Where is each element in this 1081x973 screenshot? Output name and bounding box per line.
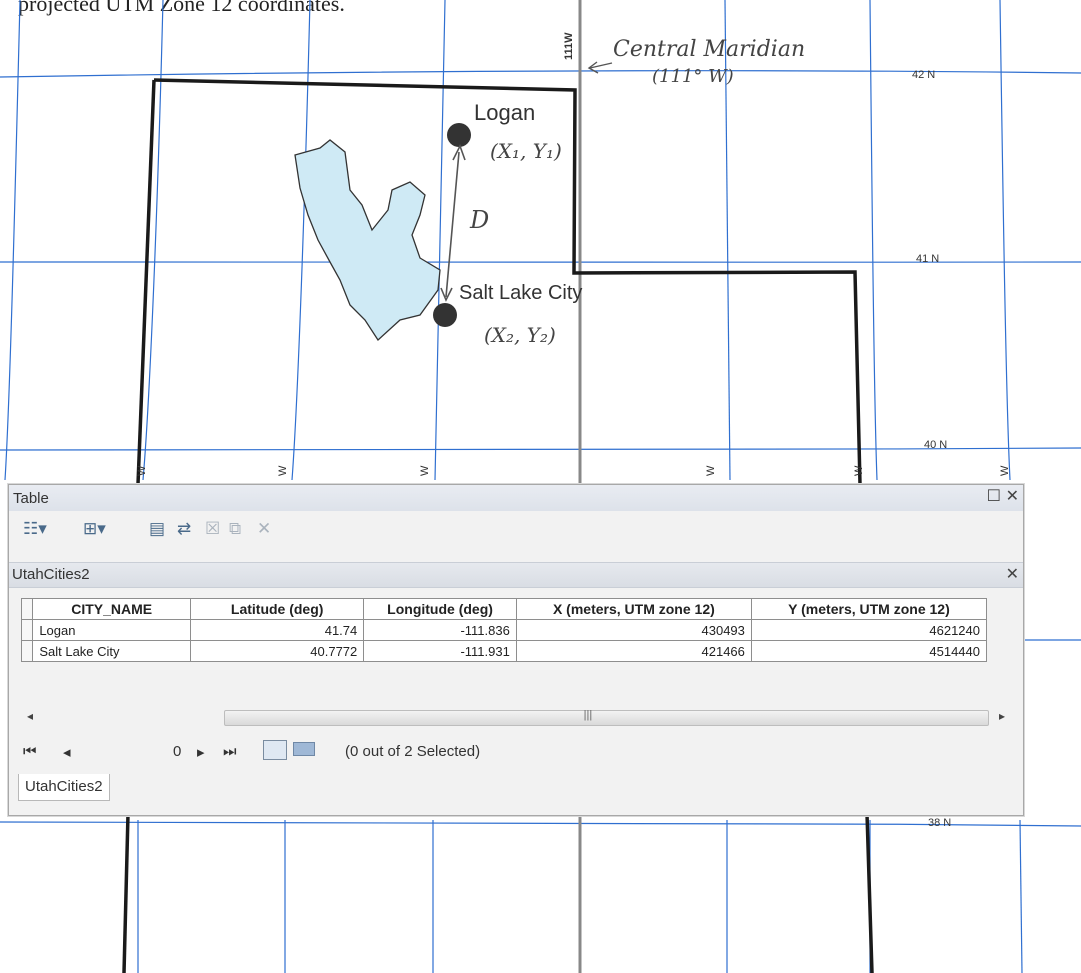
table-window[interactable]: Table ☐ ✕ ☷▾ ⊞▾ ▤ ⇄ ☒ ⧉ ✕ UtahCities2 ✕ …: [8, 484, 1024, 816]
related-tables-icon[interactable]: ⊞▾: [83, 519, 106, 539]
record-number[interactable]: 0: [173, 743, 181, 760]
bottom-table-tab[interactable]: UtahCities2: [18, 774, 110, 801]
close-icon[interactable]: ✕: [1006, 489, 1019, 505]
previous-record-icon[interactable]: ◂: [63, 743, 71, 761]
svg-text:W: W: [136, 465, 148, 476]
attribute-table: CITY_NAME Latitude (deg) Longitude (deg)…: [20, 598, 988, 662]
col-y[interactable]: Y (meters, UTM zone 12): [750, 598, 988, 620]
logan-label: Logan: [474, 100, 535, 125]
record-navigation: ⏮ ◂ 0 ▸ ⏭ (0 out of 2 Selected): [23, 739, 1023, 765]
scroll-right-icon[interactable]: ▸: [999, 709, 1005, 723]
scroll-left-icon[interactable]: ◂: [27, 709, 33, 723]
cell-x[interactable]: 430493: [515, 619, 752, 641]
cell-lat[interactable]: 40.7772: [190, 640, 365, 662]
cell-city[interactable]: Logan: [32, 619, 192, 641]
next-record-icon[interactable]: ▸: [197, 743, 205, 761]
table-options-icon[interactable]: ☷▾: [23, 519, 47, 539]
scroll-thumb[interactable]: |||: [224, 709, 989, 726]
slc-point[interactable]: [433, 303, 457, 327]
table-toolbar: ☷▾ ⊞▾ ▤ ⇄ ☒ ⧉ ✕: [9, 513, 1023, 543]
table-row[interactable]: Salt Lake City 40.7772 -111.931 421466 4…: [20, 640, 988, 662]
distance-annotation: D: [469, 206, 489, 234]
slc-label: Salt Lake City: [459, 282, 582, 304]
svg-text:W: W: [277, 465, 289, 476]
table-row[interactable]: Logan 41.74 -111.836 430493 4621240: [20, 619, 988, 641]
horizontal-scrollbar[interactable]: ◂ ||| ▸: [19, 709, 1009, 726]
show-all-records-icon[interactable]: [263, 740, 287, 760]
table-header-row: CITY_NAME Latitude (deg) Longitude (deg)…: [20, 598, 988, 620]
svg-text:W: W: [999, 465, 1011, 476]
select-by-attributes-icon[interactable]: ▤: [149, 519, 165, 539]
table-tab-header[interactable]: UtahCities2 ✕: [9, 562, 1023, 588]
great-salt-lake: [294, 139, 441, 341]
col-latitude[interactable]: Latitude (deg): [190, 598, 365, 620]
svg-text:W: W: [705, 465, 717, 476]
show-selected-records-icon[interactable]: [293, 742, 315, 756]
table-window-title: Table: [13, 490, 49, 507]
switch-selection-icon[interactable]: ⇄: [177, 519, 191, 539]
cell-lon[interactable]: -111.836: [363, 619, 517, 641]
maximize-icon[interactable]: ☐: [987, 489, 1001, 505]
cell-y[interactable]: 4514440: [750, 640, 988, 662]
table-window-titlebar[interactable]: Table ☐ ✕: [9, 485, 1023, 511]
row-selector[interactable]: [20, 619, 34, 641]
zoom-to-selected-icon[interactable]: ⧉: [229, 519, 241, 539]
lat-label-42: 42 N: [912, 69, 935, 81]
lat-label-40: 40 N: [924, 439, 947, 451]
logan-coords-annotation: (X₁, Y₁): [490, 139, 562, 163]
svg-text:W: W: [853, 465, 865, 476]
meridian-111w-label: 111W: [563, 32, 575, 60]
lat-label-41: 41 N: [916, 253, 939, 265]
selection-status: (0 out of 2 Selected): [345, 743, 481, 760]
close-tab-icon[interactable]: ✕: [1006, 567, 1019, 583]
cell-city[interactable]: Salt Lake City: [32, 640, 192, 662]
cell-lon[interactable]: -111.931: [363, 640, 517, 662]
clear-selection-icon[interactable]: ☒: [205, 519, 220, 539]
last-record-icon[interactable]: ⏭: [223, 743, 237, 760]
cell-lat[interactable]: 41.74: [190, 619, 365, 641]
central-meridian-annotation: Central Maridian: [613, 37, 805, 62]
slc-coords-annotation: (X₂, Y₂): [484, 323, 556, 347]
west-tick-labels: W W W W W W: [136, 465, 1011, 476]
row-selector[interactable]: [20, 640, 34, 662]
logan-point[interactable]: [447, 123, 471, 147]
cell-x[interactable]: 421466: [515, 640, 752, 662]
row-selector-header[interactable]: [20, 598, 34, 620]
central-meridian-degrees: (111° W): [652, 66, 734, 87]
delete-selected-icon[interactable]: ✕: [257, 519, 271, 539]
table-tab-name: UtahCities2: [12, 566, 90, 583]
lat-label-38: 38 N: [928, 817, 951, 829]
first-record-icon[interactable]: ⏮: [23, 743, 37, 760]
col-longitude[interactable]: Longitude (deg): [363, 598, 517, 620]
col-city-name[interactable]: CITY_NAME: [32, 598, 192, 620]
col-x[interactable]: X (meters, UTM zone 12): [515, 598, 752, 620]
cell-y[interactable]: 4621240: [750, 619, 988, 641]
svg-text:W: W: [419, 465, 431, 476]
